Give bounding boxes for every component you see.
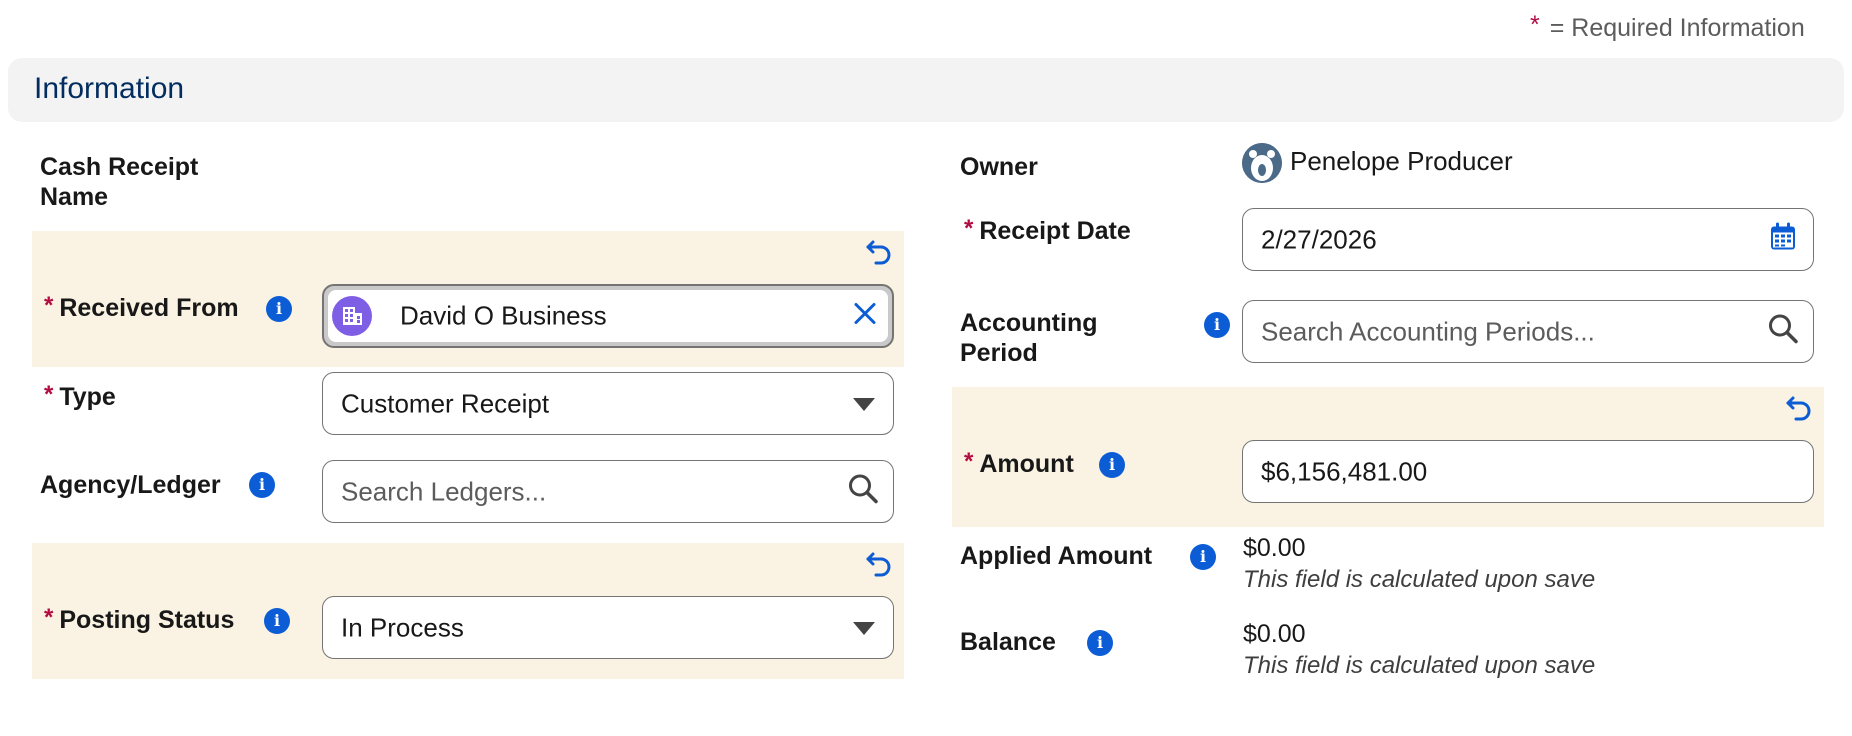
type-select[interactable]: Customer Receipt [322,372,894,435]
received-from-label: * Received From [44,292,239,324]
info-icon[interactable]: i [264,608,290,634]
info-icon[interactable]: i [1099,452,1125,478]
type-label: * Type [44,381,116,413]
receipt-date-label-text: Receipt Date [979,217,1131,245]
required-star: * [1530,11,1540,39]
required-information-note: * = Required Information [1530,11,1852,43]
required-star: * [44,292,54,319]
user-avatar-icon [1242,143,1282,183]
balance-label: Balance [960,628,1056,656]
agency-ledger-placeholder: Search Ledgers... [341,476,547,506]
owner-label: Owner [960,153,1038,181]
cash-receipt-name-label-line2: Name [40,183,109,211]
info-icon[interactable]: i [266,296,292,322]
agency-ledger-label: Agency/Ledger [40,471,221,499]
applied-amount-calc-note: This field is calculated upon save [1243,566,1596,593]
posting-status-select[interactable]: In Process [322,596,894,659]
calendar-icon[interactable] [1769,221,1797,258]
cash-receipt-name-label-line1: Cash Receipt [40,153,199,181]
required-note-text: = Required Information [1549,14,1805,42]
info-icon[interactable]: i [1087,630,1113,656]
balance-value: $0.00 [1243,620,1306,648]
agency-ledger-search-input[interactable]: Search Ledgers... [322,460,894,523]
applied-amount-label: Applied Amount [960,542,1153,570]
received-from-label-text: Received From [59,294,239,322]
info-icon[interactable]: i [249,472,275,498]
posting-status-value: In Process [341,612,464,642]
search-icon[interactable] [1767,312,1799,351]
accounting-period-label: Accounting Period [960,308,1098,368]
receipt-date-value: 2/27/2026 [1261,224,1377,254]
balance-calc-note: This field is calculated upon save [1243,652,1596,679]
received-from-value: David O Business [400,300,607,331]
accounting-period-placeholder: Search Accounting Periods... [1261,316,1595,346]
amount-input[interactable]: $6,156,481.00 [1242,440,1814,503]
section-header[interactable]: Information [8,58,1844,122]
accounting-period-label-line1: Accounting [960,309,1098,337]
accounting-period-search-input[interactable]: Search Accounting Periods... [1242,300,1814,363]
required-star: * [964,215,974,242]
received-from-pill: David O Business [328,290,888,342]
required-star: * [964,448,974,475]
amount-value: $6,156,481.00 [1261,456,1428,486]
close-icon[interactable] [852,301,878,332]
account-icon [332,296,372,336]
type-label-text: Type [59,383,116,411]
cash-receipt-name-label: Cash Receipt Name [40,152,198,212]
section-title: Information [34,72,185,105]
amount-label-text: Amount [979,450,1074,478]
required-star: * [44,381,54,408]
undo-icon[interactable] [864,548,894,583]
receipt-date-input[interactable]: 2/27/2026 [1242,208,1814,271]
received-from-lookup[interactable]: David O Business [322,284,894,348]
posting-status-label: * Posting Status [44,604,235,636]
posting-status-label-text: Posting Status [59,606,235,634]
receipt-date-label: * Receipt Date [964,215,1131,247]
applied-amount-value: $0.00 [1243,534,1306,562]
chevron-down-icon [853,621,875,635]
required-star: * [44,604,54,631]
search-icon[interactable] [847,472,879,511]
undo-icon[interactable] [1784,392,1814,427]
chevron-down-icon [853,397,875,411]
amount-label: * Amount [964,448,1074,480]
owner-value[interactable]: Penelope Producer [1290,146,1513,177]
accounting-period-label-line2: Period [960,339,1038,367]
info-icon[interactable]: i [1204,312,1230,338]
undo-icon[interactable] [864,236,894,271]
type-value: Customer Receipt [341,388,550,418]
info-icon[interactable]: i [1190,544,1216,570]
